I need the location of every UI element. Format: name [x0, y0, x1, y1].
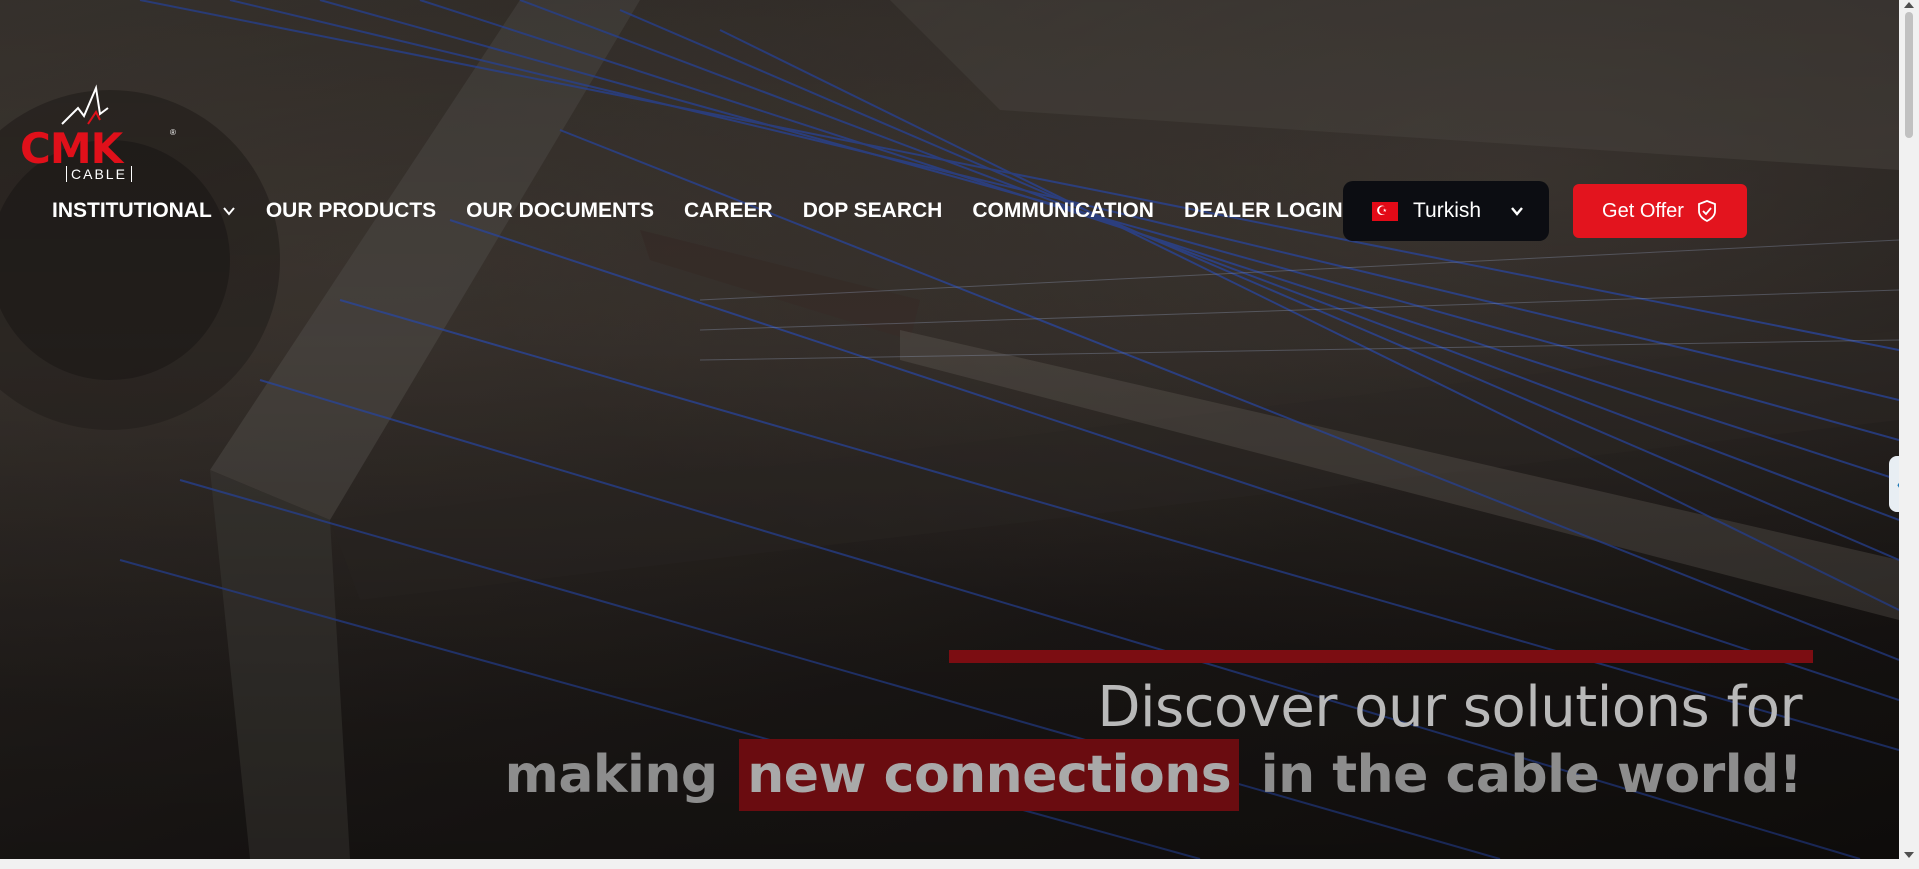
- hero-headline-line2: making new connections in the cable worl…: [504, 739, 1803, 811]
- page-bottom-strip: [0, 859, 1899, 869]
- nav-item-dealer-login[interactable]: DEALER LOGIN: [1184, 199, 1343, 223]
- headline-highlight: new connections: [739, 739, 1240, 811]
- main-nav: INSTITUTIONAL OUR PRODUCTS OUR DOCUMENTS…: [52, 196, 1373, 226]
- nav-item-label: DEALER LOGIN: [1183, 199, 1343, 222]
- nav-item-communication[interactable]: COMMUNICATION: [972, 199, 1154, 223]
- shield-check-icon: [1698, 200, 1716, 223]
- chevron-down-icon: [223, 207, 235, 216]
- nav-item-institutional[interactable]: INSTITUTIONAL: [52, 199, 236, 223]
- chevron-down-icon: [1511, 207, 1523, 216]
- registered-mark: ®: [170, 128, 176, 137]
- nav-item-label: OUR DOCUMENTS: [466, 199, 655, 222]
- vertical-scrollbar[interactable]: [1899, 0, 1919, 869]
- nav-item-label: OUR PRODUCTS: [265, 199, 437, 222]
- language-label: Turkish: [1413, 199, 1482, 222]
- logo-wordmark: CMK: [20, 124, 123, 173]
- logo-spark-icon: [61, 84, 109, 125]
- nav-item-our-products[interactable]: OUR PRODUCTS: [266, 199, 436, 223]
- nav-item-career[interactable]: CAREER: [684, 199, 773, 223]
- get-offer-button[interactable]: Get Offer: [1573, 184, 1747, 238]
- turkey-flag-icon: ☪: [1372, 201, 1398, 221]
- hero-headline-line1: Discover our solutions for: [1097, 675, 1802, 740]
- logo-subtitle: CABLE: [66, 166, 132, 182]
- nav-item-label: DOP SEARCH: [802, 199, 943, 222]
- nav-item-label: CAREER: [684, 199, 773, 222]
- headline-post: in the cable world!: [1260, 745, 1803, 805]
- language-selector[interactable]: ☪ Turkish: [1343, 181, 1549, 241]
- headline-pre: making: [504, 745, 718, 805]
- cmk-logo[interactable]: CMK ® CABLE: [20, 84, 180, 184]
- nav-item-dop-search[interactable]: DOP SEARCH: [803, 199, 943, 223]
- scroll-up-icon[interactable]: [1904, 2, 1914, 8]
- scroll-down-icon[interactable]: [1904, 852, 1914, 858]
- nav-item-label: INSTITUTIONAL: [52, 199, 212, 222]
- scrollbar-thumb[interactable]: [1905, 12, 1913, 138]
- get-offer-label: Get Offer: [1602, 199, 1684, 222]
- headline-accent-bar: [949, 650, 1813, 663]
- nav-item-our-documents[interactable]: OUR DOCUMENTS: [466, 199, 654, 223]
- nav-item-label: COMMUNICATION: [972, 199, 1154, 222]
